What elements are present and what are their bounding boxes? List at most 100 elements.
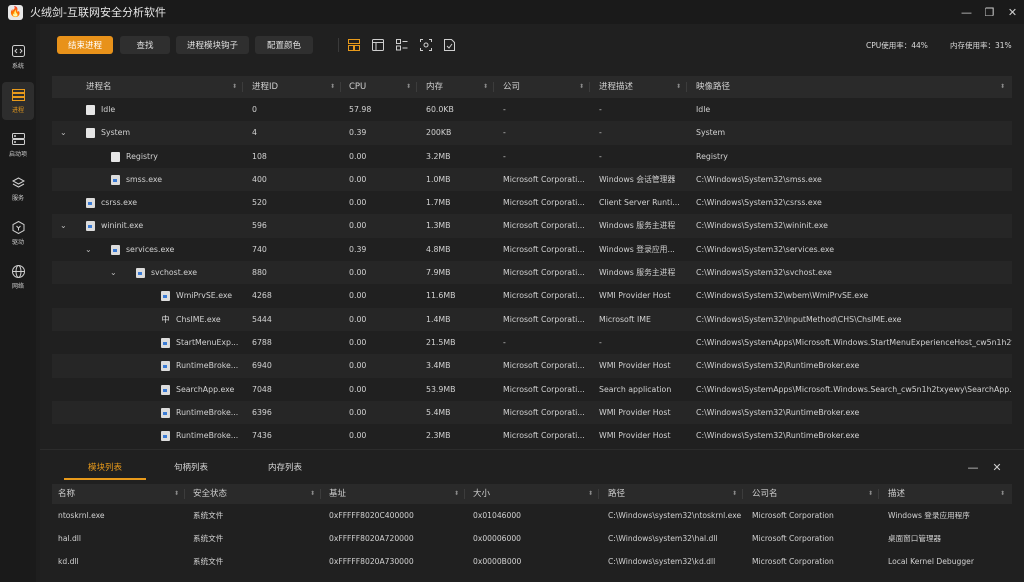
column-divider[interactable] (589, 82, 590, 92)
end-process-button[interactable]: 结束进程 (57, 36, 113, 54)
tab-handles[interactable]: 句柄列表 (150, 458, 232, 480)
column-header[interactable]: 名称 (58, 484, 75, 504)
table-row[interactable]: ⌄ wininit.exe 596 0.00 1.3MB Microsoft Corpor… (52, 214, 1012, 238)
column-header[interactable]: 进程描述 (599, 76, 633, 98)
column-header[interactable]: 描述 (888, 484, 905, 504)
sort-icon[interactable]: ⬍ (483, 76, 488, 98)
column-divider[interactable] (878, 489, 879, 499)
column-header[interactable]: 内存 (426, 76, 443, 98)
sidebar-item-service[interactable]: 服务 (2, 170, 34, 208)
column-divider[interactable] (184, 489, 185, 499)
sidebar: 系统 进程 启动项 服务 驱动 网络 (0, 24, 36, 582)
target-icon[interactable] (419, 38, 432, 51)
sort-icon[interactable]: ⬍ (330, 76, 335, 98)
table-row[interactable]: smss.exe 400 0.00 1.0MB Microsoft Corporati.… (52, 167, 1012, 192)
sort-icon[interactable]: ⬍ (579, 76, 584, 98)
sort-icon[interactable]: ⬍ (310, 484, 315, 504)
table-row[interactable]: Registry 108 0.00 3.2MB - - Registry (52, 145, 1012, 168)
grid-view-icon[interactable] (395, 38, 408, 51)
tab-memory[interactable]: 内存列表 (244, 458, 326, 480)
globe-icon (11, 264, 25, 278)
cell-pid: 4268 (252, 291, 272, 301)
table-row[interactable]: RuntimeBroke... 7436 0.00 2.3MB Microsoft Co… (52, 424, 1012, 447)
document-check-icon[interactable] (443, 38, 456, 51)
table-row[interactable]: RuntimeBroke... 6940 0.00 3.4MB Microsoft Co… (52, 354, 1012, 378)
sort-icon[interactable]: ⬍ (732, 484, 737, 504)
table-row[interactable]: StartMenuExp... 6788 0.00 21.5MB - - C:\Window… (52, 331, 1012, 354)
process-name: System (101, 128, 131, 138)
column-header[interactable]: 安全状态 (193, 484, 227, 504)
cell-cpu: 0.39 (349, 244, 367, 254)
module-cell: 0x0000B000 (473, 557, 522, 566)
table-row[interactable]: RuntimeBroke... 6396 0.00 5.4MB Microsoft Co… (52, 400, 1012, 425)
sort-icon[interactable]: ⬍ (1000, 484, 1005, 504)
tree-view-icon[interactable] (347, 38, 360, 51)
column-header[interactable]: CPU (349, 76, 366, 98)
sort-icon[interactable]: ⬍ (232, 76, 237, 98)
column-divider[interactable] (464, 489, 465, 499)
process-name: WmiPrvSE.exe (176, 291, 233, 301)
cell-mem: 3.2MB (426, 151, 451, 161)
tab-modules[interactable]: 模块列表 (64, 458, 146, 480)
sidebar-item-driver[interactable]: 驱动 (2, 214, 34, 252)
table-row[interactable]: ⌄ svchost.exe 880 0.00 7.9MB Microsoft Corpor… (52, 261, 1012, 285)
column-header[interactable]: 进程名 (86, 76, 112, 98)
close-icon[interactable]: ✕ (1001, 0, 1024, 24)
document-icon (86, 105, 95, 115)
window-view-icon[interactable] (371, 38, 384, 51)
column-header[interactable]: 公司 (503, 76, 520, 98)
expand-toggle-icon[interactable]: ⌄ (60, 121, 67, 144)
column-header[interactable]: 进程ID (252, 76, 278, 98)
table-row[interactable]: SearchApp.exe 7048 0.00 53.9MB Microsoft Cor… (52, 378, 1012, 401)
expand-toggle-icon[interactable]: ⌄ (60, 214, 67, 237)
column-header[interactable]: 大小 (473, 484, 490, 504)
sort-icon[interactable]: ⬍ (868, 484, 873, 504)
column-divider[interactable] (242, 82, 243, 92)
column-divider[interactable] (493, 82, 494, 92)
table-row[interactable]: Idle 0 57.98 60.0KB - - Idle (52, 98, 1012, 121)
column-header[interactable]: 路径 (608, 484, 625, 504)
expand-toggle-icon[interactable]: ⌄ (110, 261, 117, 284)
column-divider[interactable] (598, 489, 599, 499)
sort-icon[interactable]: ⬍ (588, 484, 593, 504)
minimize-panel-icon[interactable]: — (966, 461, 980, 475)
expand-toggle-icon[interactable]: ⌄ (85, 238, 92, 261)
table-row[interactable]: ⌄ System 4 0.39 200KB - - System (52, 121, 1012, 145)
column-header[interactable]: 基址 (329, 484, 346, 504)
cell-path: C:\Windows\System32\RuntimeBroker.exe (696, 431, 860, 441)
sort-icon[interactable]: ⬍ (406, 76, 411, 98)
table-row[interactable]: ⌄ services.exe 740 0.39 4.8MB Microsoft Corpo… (52, 238, 1012, 261)
minimize-icon[interactable]: — (955, 0, 978, 24)
panel-divider[interactable] (40, 449, 1024, 450)
column-divider[interactable] (416, 82, 417, 92)
column-header[interactable]: 映像路径 (696, 76, 730, 98)
table-row[interactable]: hal.dll 系统文件 0xFFFFF8020A720000 0x00006000 C… (52, 527, 1012, 550)
sort-icon[interactable]: ⬍ (676, 76, 681, 98)
sidebar-item-startup[interactable]: 启动项 (2, 126, 34, 164)
find-button[interactable]: 查找 (120, 36, 170, 54)
sort-icon[interactable]: ⬍ (1000, 76, 1005, 98)
sidebar-item-system[interactable]: 系统 (2, 38, 34, 76)
column-divider[interactable] (320, 489, 321, 499)
app-window-icon (86, 221, 95, 232)
table-row[interactable]: WmiPrvSE.exe 4268 0.00 11.6MB Microsoft Corp… (52, 284, 1012, 307)
column-divider[interactable] (686, 82, 687, 92)
column-divider[interactable] (742, 489, 743, 499)
sidebar-item-process[interactable]: 进程 (2, 82, 34, 120)
table-row[interactable]: kd.dll 系统文件 0xFFFFF8020A730000 0x0000B000 C:… (52, 550, 1012, 573)
restore-icon[interactable]: ❐ (978, 0, 1001, 24)
cell-cpu: 0.00 (349, 337, 367, 347)
cell-cpu: 0.00 (349, 361, 367, 371)
sort-icon[interactable]: ⬍ (174, 484, 179, 504)
cell-path: C:\Windows\System32\wbem\WmiPrvSE.exe (696, 291, 869, 301)
table-row[interactable]: 中 ChsIME.exe 5444 0.00 1.4MB Microsoft Corpor… (52, 307, 1012, 331)
column-divider[interactable] (340, 82, 341, 92)
config-color-button[interactable]: 配置颜色 (255, 36, 313, 54)
close-panel-icon[interactable]: ✕ (990, 461, 1004, 475)
sidebar-item-network[interactable]: 网络 (2, 258, 34, 296)
table-row[interactable]: ntoskrnl.exe 系统文件 0xFFFFF8020C400000 0x0104… (52, 504, 1012, 527)
sort-icon[interactable]: ⬍ (454, 484, 459, 504)
column-header[interactable]: 公司名 (752, 484, 778, 504)
process-module-hook-button[interactable]: 进程模块钩子 (176, 36, 249, 54)
table-row[interactable]: csrss.exe 520 0.00 1.7MB Microsoft Corporati… (52, 191, 1012, 214)
